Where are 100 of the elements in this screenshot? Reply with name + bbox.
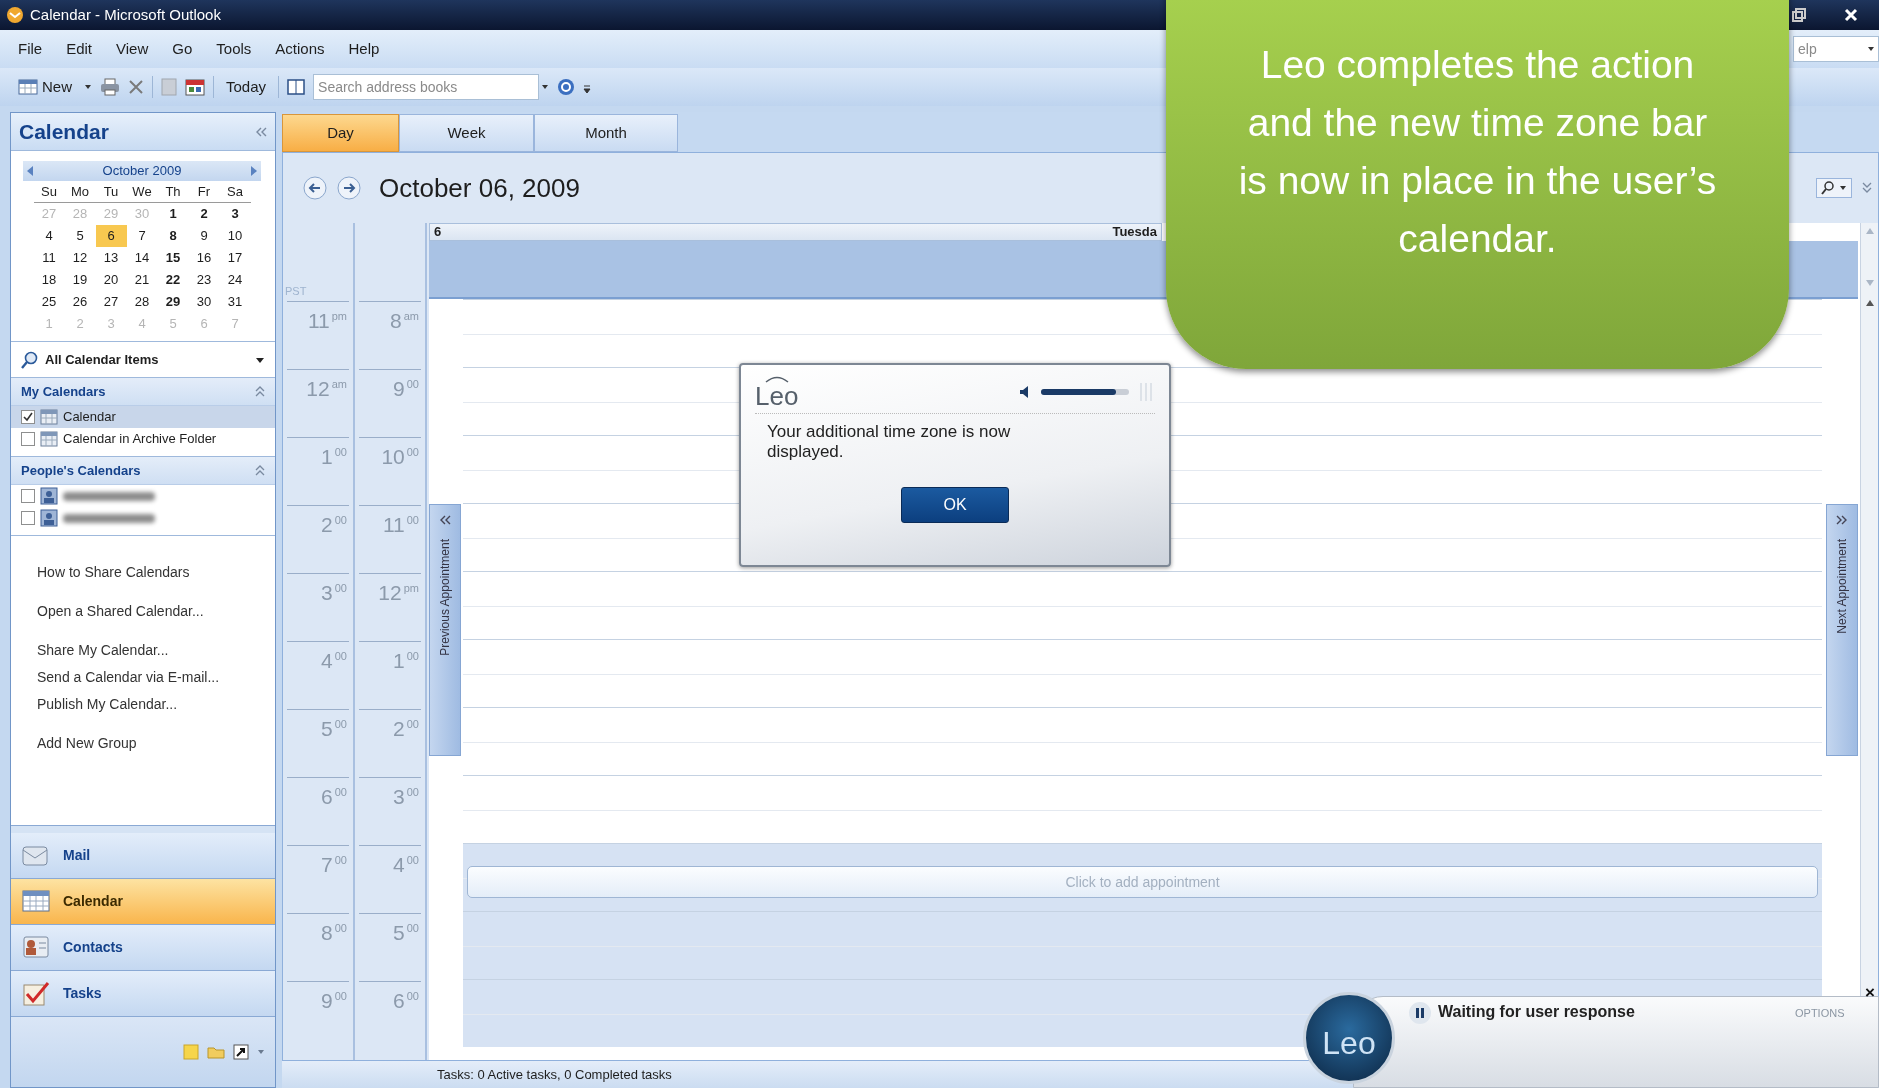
date-cell[interactable]: 25 xyxy=(33,291,65,313)
weekday-label: Mo xyxy=(64,181,96,203)
search-dropdown-button[interactable] xyxy=(1816,178,1852,198)
pane-link[interactable]: Share My Calendar... xyxy=(37,640,275,661)
date-cell[interactable]: 18 xyxy=(33,269,65,291)
caret-icon[interactable] xyxy=(84,83,92,91)
calendar-list-item[interactable]: Calendar xyxy=(11,406,275,428)
collapse-up-icon[interactable] xyxy=(255,464,265,477)
collapse-up-icon[interactable] xyxy=(255,385,265,398)
date-cell[interactable]: 3 xyxy=(219,203,251,225)
date-cell[interactable]: 26 xyxy=(64,291,96,313)
menu-item[interactable]: Actions xyxy=(275,37,325,61)
pane-link[interactable]: How to Share Calendars xyxy=(37,562,275,583)
next-month-icon[interactable] xyxy=(250,166,257,176)
date-cell[interactable]: 30 xyxy=(188,291,220,313)
date-cell[interactable]: 14 xyxy=(126,247,158,269)
date-cell[interactable]: 17 xyxy=(219,247,251,269)
restore-icon[interactable] xyxy=(1791,7,1807,23)
search-field[interactable]: Search address books xyxy=(313,74,540,100)
grip-icon[interactable] xyxy=(1137,381,1155,403)
address-book-icon[interactable] xyxy=(287,79,306,95)
menu-item[interactable]: File xyxy=(18,37,43,61)
folder-icon[interactable] xyxy=(207,1044,225,1059)
nav-button[interactable]: Tasks xyxy=(11,970,275,1017)
nav-button[interactable]: Contacts xyxy=(11,924,275,971)
pause-button[interactable] xyxy=(1409,1002,1431,1024)
date-cell[interactable]: 4 xyxy=(33,225,65,247)
caret-icon[interactable] xyxy=(541,83,550,91)
date-cell[interactable]: 11 xyxy=(33,247,65,269)
menu-item[interactable]: Go xyxy=(172,37,193,61)
close-icon[interactable] xyxy=(1843,7,1859,23)
view-filter-label[interactable]: All Calendar Items xyxy=(45,349,249,370)
date-cell[interactable]: 8 xyxy=(157,225,189,247)
pane-link[interactable]: Publish My Calendar... xyxy=(37,694,275,715)
caret-icon[interactable] xyxy=(255,355,265,364)
date-cell[interactable]: 29 xyxy=(157,291,189,313)
date-cell[interactable]: 16 xyxy=(188,247,220,269)
date-cell[interactable]: 27 xyxy=(95,291,127,313)
scroll-up-icon[interactable] xyxy=(1864,299,1875,307)
collapse-icon[interactable] xyxy=(255,126,267,137)
date-cell[interactable]: 24 xyxy=(219,269,251,291)
caret-icon xyxy=(1839,184,1847,192)
calendar-list-item[interactable]: Calendar in Archive Folder xyxy=(11,428,275,450)
time-label: 1$^{00}$ xyxy=(393,648,419,674)
splitter-handle[interactable] xyxy=(11,824,275,833)
time-label: 5$^{00}$ xyxy=(321,716,347,742)
shortcut-icon[interactable] xyxy=(233,1043,249,1060)
date-cell[interactable]: 21 xyxy=(126,269,158,291)
time-label: 1$^{00}$ xyxy=(321,444,347,470)
previous-appointment-tab[interactable]: Previous Appointment xyxy=(429,504,461,756)
time-label: 4$^{00}$ xyxy=(393,852,419,878)
close-button[interactable]: × xyxy=(1865,984,1875,1001)
scroll-down-icon[interactable] xyxy=(1864,279,1875,287)
view-tab[interactable]: Week xyxy=(399,114,534,152)
date-cell[interactable]: 13 xyxy=(95,247,127,269)
previous-month-icon[interactable] xyxy=(27,166,34,176)
view-tab[interactable]: Day xyxy=(282,114,399,152)
new-button[interactable]: New xyxy=(14,73,76,101)
x-icon[interactable] xyxy=(128,79,144,95)
date-cell[interactable]: 23 xyxy=(188,269,220,291)
nav-button[interactable]: Calendar xyxy=(11,878,275,925)
date-cell[interactable]: 7 xyxy=(126,225,158,247)
printer-icon[interactable] xyxy=(100,78,120,96)
checkbox[interactable] xyxy=(21,410,35,424)
pane-link[interactable]: Open a Shared Calendar... xyxy=(37,601,275,622)
nav-button[interactable]: Mail xyxy=(11,832,275,879)
date-cell[interactable]: 19 xyxy=(64,269,96,291)
menu-item[interactable]: Tools xyxy=(216,37,252,61)
tasks-icon xyxy=(21,979,51,1007)
date-cell[interactable]: 31 xyxy=(219,291,251,313)
date-cell[interactable]: 15 xyxy=(157,247,189,269)
date-cell[interactable]: 20 xyxy=(95,269,127,291)
date-cell[interactable]: 2 xyxy=(188,203,220,225)
ok-button[interactable]: OK xyxy=(901,486,1009,523)
weekday-label: Sa xyxy=(219,181,251,203)
date-cell[interactable]: 9 xyxy=(188,225,220,247)
date-cell[interactable]: 10 xyxy=(219,225,251,247)
today-button[interactable]: Today xyxy=(222,73,271,101)
pane-link[interactable]: Add New Group xyxy=(37,733,275,754)
menu-item[interactable]: Edit xyxy=(66,37,93,61)
help-icon[interactable] xyxy=(557,78,576,96)
menu-item[interactable]: Help xyxy=(348,37,380,61)
caret-icon[interactable] xyxy=(1867,45,1875,53)
expand-icon[interactable] xyxy=(1862,182,1872,194)
checkbox[interactable] xyxy=(21,511,35,525)
date-cell[interactable]: 6 xyxy=(95,225,127,247)
date-cell[interactable]: 1 xyxy=(157,203,189,225)
time-label: 3$^{00}$ xyxy=(393,784,419,810)
view-tab[interactable]: Month xyxy=(534,114,678,152)
weekday-label: Tu xyxy=(95,181,127,203)
calendar-icon[interactable] xyxy=(185,78,205,96)
date-cell[interactable]: 28 xyxy=(126,291,158,313)
checkbox[interactable] xyxy=(21,489,35,503)
next-appointment-tab[interactable]: Next Appointment xyxy=(1826,504,1858,756)
date-cell[interactable]: 12 xyxy=(64,247,96,269)
date-cell[interactable]: 22 xyxy=(157,269,189,291)
menu-item[interactable]: View xyxy=(116,37,149,61)
date-cell[interactable]: 5 xyxy=(64,225,96,247)
pane-link[interactable]: Send a Calendar via E-mail... xyxy=(37,667,275,688)
checkbox[interactable] xyxy=(21,432,35,446)
